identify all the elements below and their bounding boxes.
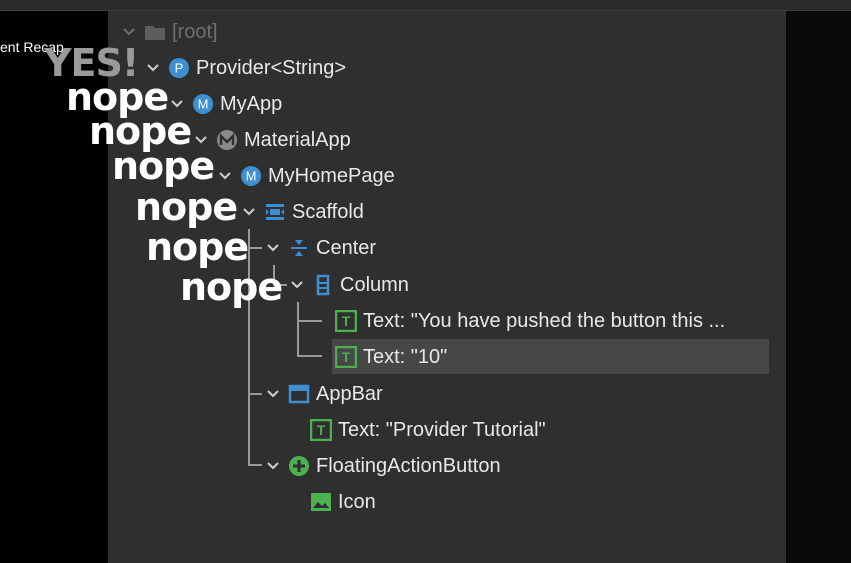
tree-node-icon[interactable]: Icon — [310, 487, 376, 517]
folder-icon — [144, 21, 166, 43]
text-widget-icon: T — [310, 419, 332, 441]
tree-node-label: Scaffold — [292, 200, 364, 223]
tree-node-label: FloatingActionButton — [316, 454, 501, 477]
tree-node-center[interactable]: Center — [264, 233, 376, 263]
material-app-icon — [216, 129, 238, 151]
tree-node-floatingactionbutton[interactable]: FloatingActionButton — [264, 451, 501, 481]
svg-text:M: M — [198, 97, 209, 112]
tree-node-scaffold[interactable]: Scaffold — [240, 197, 364, 227]
tree-node-text-provider-tutorial[interactable]: T Text: "Provider Tutorial" — [310, 415, 546, 445]
tree-connector-text2-h — [297, 355, 322, 357]
tree-node-label: MyApp — [220, 92, 283, 115]
annotation-nope: nope — [135, 185, 238, 229]
chevron-down-icon[interactable] — [120, 23, 138, 41]
tree-node-text-10[interactable]: T Text: "10" — [335, 342, 447, 372]
image-icon — [310, 491, 332, 513]
text-widget-icon: T — [335, 346, 357, 368]
chevron-down-icon[interactable] — [288, 276, 306, 294]
annotation-nope: nope — [112, 144, 215, 188]
svg-text:P: P — [175, 61, 184, 76]
tree-node-label: MaterialApp — [244, 128, 351, 151]
tree-connector-appbar-h — [248, 393, 262, 395]
tree-node-label: Center — [316, 236, 377, 259]
tree-connector-text1-h — [297, 320, 322, 322]
tree-node-label: AppBar — [316, 382, 383, 405]
add-circle-icon — [288, 455, 310, 477]
chevron-down-icon[interactable] — [264, 239, 282, 257]
svg-text:M: M — [246, 169, 257, 184]
annotation-nope: nope — [146, 225, 249, 269]
scaffold-icon — [264, 201, 286, 223]
chevron-down-icon[interactable] — [216, 167, 234, 185]
tree-node-label: MyHomePage — [268, 164, 395, 187]
tree-node-text-pushed[interactable]: T Text: "You have pushed the button this… — [335, 306, 725, 336]
tree-node-provider[interactable]: P Provider<String> — [144, 53, 346, 83]
stateful-widget-icon: M — [240, 165, 262, 187]
tree-node-label: Column — [340, 273, 409, 296]
tree-connector-center-h — [248, 247, 262, 249]
appbar-icon — [288, 383, 310, 405]
tree-connector-column-v — [297, 302, 299, 356]
column-icon — [312, 274, 334, 296]
tree-node-label: [root] — [172, 20, 218, 43]
svg-text:T: T — [342, 349, 351, 365]
annotation-nope: nope — [180, 265, 283, 309]
chevron-down-icon[interactable] — [240, 203, 258, 221]
chevron-down-icon[interactable] — [264, 385, 282, 403]
tree-node-myhomepage[interactable]: M MyHomePage — [216, 161, 395, 191]
tree-node-label: Icon — [338, 490, 376, 513]
center-icon — [288, 237, 310, 259]
tree-node-appbar[interactable]: AppBar — [264, 379, 383, 409]
tree-node-label: Text: "Provider Tutorial" — [338, 418, 546, 441]
tree-node-materialapp[interactable]: MaterialApp — [192, 125, 351, 155]
provider-circle-icon: P — [168, 57, 190, 79]
tree-node-label: Provider<String> — [196, 56, 347, 79]
svg-text:T: T — [342, 313, 351, 329]
chevron-down-icon[interactable] — [264, 457, 282, 475]
tree-node-label: Text: "10" — [363, 345, 448, 368]
stateless-widget-icon: M — [192, 93, 214, 115]
right-edge-strip — [786, 11, 851, 563]
text-widget-icon: T — [335, 310, 357, 332]
window-top-bar — [0, 0, 851, 11]
svg-text:T: T — [317, 422, 326, 438]
tree-node-label: Text: "You have pushed the button this .… — [363, 309, 726, 332]
tree-connector-fab-h — [248, 464, 262, 466]
tree-node-column[interactable]: Column — [288, 270, 409, 300]
